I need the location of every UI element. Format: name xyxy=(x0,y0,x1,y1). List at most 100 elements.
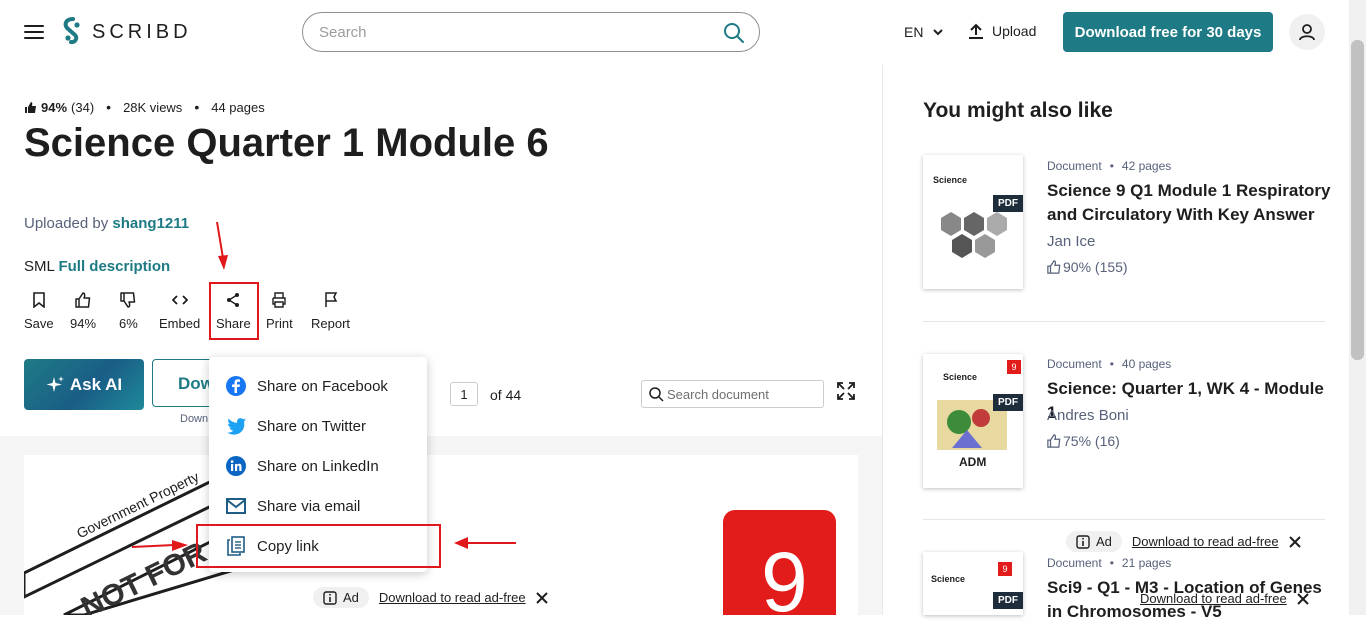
thumb-heading: Science xyxy=(933,175,968,185)
sparkle-icon xyxy=(46,375,64,392)
menu-icon[interactable] xyxy=(24,25,44,39)
print-label: Print xyxy=(266,316,293,331)
share-facebook-label: Share on Facebook xyxy=(257,377,388,395)
close-icon[interactable] xyxy=(1288,535,1301,548)
search-placeholder: Search xyxy=(319,24,367,41)
page-number-input[interactable]: 1 xyxy=(450,382,478,406)
scribd-logo-icon xyxy=(63,17,80,45)
like-button[interactable]: 94% xyxy=(70,290,96,331)
document-search-input[interactable]: Search document xyxy=(641,380,824,408)
share-email-label: Share via email xyxy=(257,497,361,515)
like-percent: 94% xyxy=(70,316,97,331)
flag-icon xyxy=(324,292,337,307)
download-free-trial-button[interactable]: Download free for 30 days xyxy=(1063,12,1273,52)
scrollbar-thumb[interactable] xyxy=(1351,40,1364,360)
ad-free-link[interactable]: Download to read ad-free xyxy=(1140,591,1287,606)
rec-type: Document xyxy=(1047,159,1102,173)
recommendation-thumbnail[interactable]: Science 9 ADM PDF xyxy=(923,354,1023,488)
recommendation-meta: Document • 42 pages xyxy=(1047,159,1171,173)
pdf-badge: PDF xyxy=(993,592,1023,609)
fullscreen-icon[interactable] xyxy=(837,382,855,400)
recommendation-divider xyxy=(923,321,1325,322)
share-linkedin-label: Share on LinkedIn xyxy=(257,457,379,475)
share-facebook-item[interactable]: Share on Facebook xyxy=(225,375,388,397)
separator-dot: • xyxy=(1109,556,1114,570)
uploader-link[interactable]: shang1211 xyxy=(112,215,189,232)
info-icon xyxy=(1076,534,1090,549)
dislike-button[interactable]: 6% xyxy=(119,290,138,331)
print-button[interactable]: Print xyxy=(266,290,293,331)
rec-pages: 40 pages xyxy=(1121,357,1172,371)
doc-meta: 94% (34) • 28K views • 44 pages xyxy=(24,99,265,115)
copy-link-highlight-box xyxy=(196,524,441,568)
thumbs-up-icon xyxy=(75,292,91,308)
user-avatar[interactable] xyxy=(1289,14,1325,50)
ad-bar-sidebar-bottom: Download to read ad-free xyxy=(1140,591,1309,606)
printer-icon xyxy=(272,292,287,308)
search-icon xyxy=(649,387,664,402)
share-linkedin-item[interactable]: Share on LinkedIn xyxy=(225,455,379,477)
dislike-percent: 6% xyxy=(119,316,138,331)
rec-type: Document xyxy=(1047,556,1102,570)
twitter-icon xyxy=(227,417,246,435)
search-icon[interactable] xyxy=(723,22,745,44)
svg-text:ADM: ADM xyxy=(959,455,986,469)
recommendation-author[interactable]: Jan Ice xyxy=(1047,233,1095,250)
recommendation-title[interactable]: Science 9 Q1 Module 1 Respiratory and Ci… xyxy=(1047,179,1332,227)
arrow-left-annotation xyxy=(454,537,516,549)
thumbs-down-icon xyxy=(120,292,136,308)
download-sub-label: Down xyxy=(180,413,209,425)
thumbs-up-icon xyxy=(25,101,36,113)
user-icon xyxy=(1299,24,1315,41)
ask-ai-button[interactable]: Ask AI xyxy=(24,359,144,410)
recommendation-thumbnail[interactable]: Science 9 PDF xyxy=(923,552,1023,615)
ad-badge: Ad xyxy=(313,587,369,608)
full-description-link[interactable]: Full description xyxy=(58,258,170,275)
arrow-down-annotation xyxy=(216,221,228,270)
language-selector[interactable]: EN xyxy=(904,24,944,40)
ad-label: Ad xyxy=(1096,534,1112,549)
page-count: 44 pages xyxy=(211,99,265,115)
arrow-right-annotation xyxy=(131,540,188,551)
recommendation-author[interactable]: Andres Boni xyxy=(1047,407,1129,424)
module-number-badge: 9 xyxy=(723,510,836,629)
rating-count: (34) xyxy=(71,99,95,115)
share-email-item[interactable]: Share via email xyxy=(225,495,360,517)
ad-bar-main: Ad Download to read ad-free xyxy=(313,587,548,608)
recommendation-rating: 75% (16) xyxy=(1047,433,1120,449)
save-button[interactable]: Save xyxy=(24,290,54,331)
report-button[interactable]: Report xyxy=(311,290,350,331)
embed-button[interactable]: Embed xyxy=(159,290,200,331)
document-search-placeholder: Search document xyxy=(667,387,769,402)
pdf-badge: PDF xyxy=(993,195,1023,212)
facebook-icon xyxy=(226,376,246,396)
upload-button[interactable]: Upload xyxy=(968,23,1036,39)
thumb-illustration xyxy=(941,212,1007,258)
ad-free-link[interactable]: Download to read ad-free xyxy=(1132,534,1279,549)
search-input[interactable]: Search xyxy=(302,12,760,52)
chevron-down-icon xyxy=(933,28,944,35)
uploaded-by: Uploaded by shang1211 xyxy=(24,215,189,232)
upload-label: Upload xyxy=(992,23,1037,39)
separator-dot: • xyxy=(194,99,200,115)
thumb-heading: Science xyxy=(931,574,966,584)
rating-value: 90% (155) xyxy=(1063,259,1128,275)
ad-label: Ad xyxy=(343,590,359,605)
thumbs-up-icon xyxy=(1047,260,1061,274)
ad-free-link[interactable]: Download to read ad-free xyxy=(379,590,526,605)
thumb-number-badge: 9 xyxy=(1007,360,1021,374)
bookmark-icon xyxy=(33,292,45,308)
recommendation-thumbnail[interactable]: Science PDF xyxy=(923,155,1023,289)
code-icon xyxy=(171,295,188,305)
close-icon[interactable] xyxy=(1296,592,1309,605)
uploaded-by-label: Uploaded by xyxy=(24,215,109,232)
share-highlight-box xyxy=(209,282,259,340)
module-number: 9 xyxy=(761,535,808,629)
ask-ai-label: Ask AI xyxy=(69,374,123,394)
share-twitter-item[interactable]: Share on Twitter xyxy=(225,415,366,437)
rating-value: 75% (16) xyxy=(1063,433,1120,449)
separator-dot: • xyxy=(1109,159,1114,173)
thumb-number-badge: 9 xyxy=(998,562,1012,576)
scribd-logo[interactable]: SCRIBD xyxy=(62,17,192,47)
close-icon[interactable] xyxy=(535,591,548,604)
